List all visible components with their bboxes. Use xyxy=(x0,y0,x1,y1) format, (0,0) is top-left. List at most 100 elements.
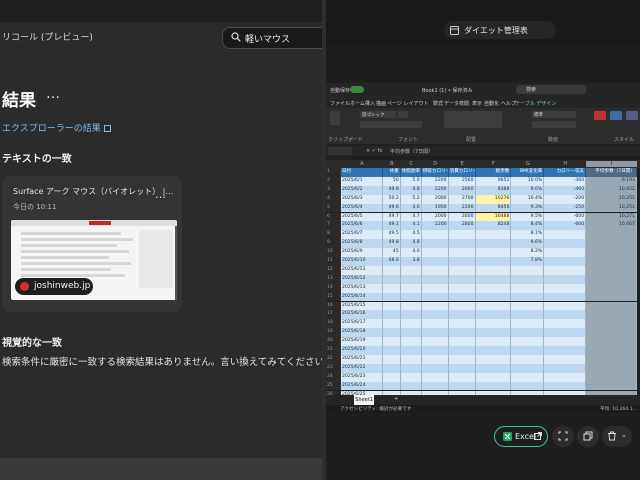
table-cell[interactable]: 2700 xyxy=(448,194,476,204)
table-cell[interactable] xyxy=(544,310,587,320)
row-number[interactable]: 4 xyxy=(326,194,341,204)
table-cell[interactable]: 10.0% xyxy=(511,176,545,186)
table-cell[interactable] xyxy=(400,301,422,311)
table-cell[interactable] xyxy=(448,372,476,382)
table-cell[interactable] xyxy=(421,292,449,302)
bold-buttons[interactable] xyxy=(360,121,422,128)
row-number[interactable]: 19 xyxy=(326,328,341,338)
table-cell[interactable] xyxy=(421,337,449,346)
table-cell[interactable] xyxy=(400,363,422,373)
table-cell[interactable] xyxy=(475,257,512,266)
row-number[interactable]: 8 xyxy=(326,230,341,240)
row-number[interactable]: 23 xyxy=(326,363,341,373)
align-buttons[interactable] xyxy=(444,111,502,128)
table-cell[interactable] xyxy=(511,292,545,302)
table-cell[interactable]: 1950 xyxy=(421,203,449,213)
column-header-a[interactable]: A xyxy=(341,161,383,167)
table-cell[interactable]: 2200 xyxy=(421,176,449,186)
table-cell[interactable] xyxy=(586,372,637,382)
font-size-box[interactable] xyxy=(398,111,408,118)
table-cell[interactable] xyxy=(421,319,449,329)
table-cell[interactable] xyxy=(382,301,401,311)
table-cell[interactable]: 10,251 xyxy=(586,203,637,213)
more-options-button[interactable]: … xyxy=(46,86,61,102)
table-cell[interactable] xyxy=(421,301,449,311)
table-cell[interactable]: 2025/6/5 xyxy=(340,212,383,222)
column-title[interactable]: 摂取カロリー xyxy=(421,168,449,177)
table-cell[interactable]: 2025/6/12 xyxy=(340,274,383,284)
table-cell[interactable] xyxy=(448,248,476,257)
table-cell[interactable] xyxy=(511,265,545,275)
column-title[interactable]: 日付 xyxy=(340,168,383,177)
column-header-d[interactable]: D xyxy=(422,161,449,167)
table-cell[interactable] xyxy=(382,265,401,275)
table-cell[interactable]: 2000 xyxy=(421,212,449,222)
column-header-e[interactable]: E xyxy=(449,161,476,167)
table-cell[interactable]: 2200 xyxy=(421,185,449,195)
add-sheet-button[interactable]: + xyxy=(394,396,398,402)
row-number[interactable]: 10 xyxy=(326,248,341,257)
table-cell[interactable] xyxy=(448,319,476,329)
select-text-button[interactable] xyxy=(552,426,574,447)
table-cell[interactable]: 8.4% xyxy=(511,221,545,231)
table-cell[interactable] xyxy=(586,301,637,311)
table-cell[interactable] xyxy=(511,381,545,391)
table-cell[interactable] xyxy=(586,328,637,338)
table-cell[interactable] xyxy=(400,328,422,338)
table-cell[interactable] xyxy=(511,310,545,320)
table-cell[interactable] xyxy=(421,239,449,249)
menu-table-design[interactable]: テーブル デザイン xyxy=(515,100,556,107)
table-cell[interactable]: 2025/6/21 xyxy=(340,354,383,364)
table-cell[interactable] xyxy=(400,319,422,329)
row-number[interactable]: 3 xyxy=(326,185,341,195)
row-number[interactable]: 9 xyxy=(326,239,341,249)
row-number[interactable]: 7 xyxy=(326,221,341,231)
column-title[interactable]: カロリー収支 xyxy=(544,168,587,177)
table-cell[interactable] xyxy=(382,363,401,373)
table-cell[interactable] xyxy=(475,381,512,391)
column-header-b[interactable]: B xyxy=(383,161,401,167)
table-cell[interactable] xyxy=(544,346,587,355)
table-cell[interactable] xyxy=(511,346,545,355)
copy-button[interactable] xyxy=(577,426,599,447)
table-cell[interactable] xyxy=(544,274,587,284)
table-cell[interactable]: 8388 xyxy=(475,185,512,195)
table-cell[interactable]: 4.5 xyxy=(400,230,422,240)
table-cell[interactable] xyxy=(544,328,587,338)
table-cell[interactable] xyxy=(448,337,476,346)
table-cell[interactable]: 10.4% xyxy=(511,194,545,204)
table-cell[interactable] xyxy=(511,363,545,373)
table-cell[interactable] xyxy=(421,363,449,373)
table-cell[interactable] xyxy=(421,265,449,275)
table-cell[interactable]: 4.1 xyxy=(400,221,422,231)
table-cell[interactable]: 4.0 xyxy=(400,248,422,257)
table-cell[interactable] xyxy=(511,301,545,311)
table-cell[interactable] xyxy=(400,274,422,284)
table-cell[interactable] xyxy=(421,274,449,284)
row-number[interactable]: 1 xyxy=(326,168,341,177)
table-cell[interactable] xyxy=(475,283,512,293)
table-cell[interactable] xyxy=(382,319,401,329)
table-cell[interactable]: 9.6% xyxy=(511,239,545,249)
table-cell[interactable]: 4.8 xyxy=(400,239,422,249)
table-cell[interactable] xyxy=(544,292,587,302)
table-cell[interactable]: 2025/6/14 xyxy=(340,292,383,302)
table-cell[interactable]: 8.2% xyxy=(511,248,545,257)
table-cell[interactable] xyxy=(382,346,401,355)
sheet-tab[interactable]: Sheet1 xyxy=(354,395,374,405)
table-cell[interactable]: 2200 xyxy=(421,221,449,231)
table-cell[interactable]: 2560 xyxy=(448,176,476,186)
table-cell[interactable]: 2025/6/18 xyxy=(340,328,383,338)
table-cell[interactable]: 4.6 xyxy=(400,203,422,213)
font-name-box[interactable]: 游ゴシック xyxy=(360,111,396,118)
table-cell[interactable] xyxy=(475,346,512,355)
site-badge[interactable]: joshinweb.jp xyxy=(15,278,93,295)
chevron-down-icon[interactable]: ⌄ xyxy=(621,431,627,439)
table-cell[interactable] xyxy=(475,328,512,338)
formula-input[interactable]: 平均歩数（7日間） xyxy=(390,148,433,155)
table-cell[interactable]: 2025/6/20 xyxy=(340,346,383,355)
table-cell[interactable] xyxy=(586,265,637,275)
column-header-i[interactable]: I xyxy=(586,161,637,167)
table-cell[interactable] xyxy=(475,301,512,311)
table-cell[interactable] xyxy=(421,372,449,382)
